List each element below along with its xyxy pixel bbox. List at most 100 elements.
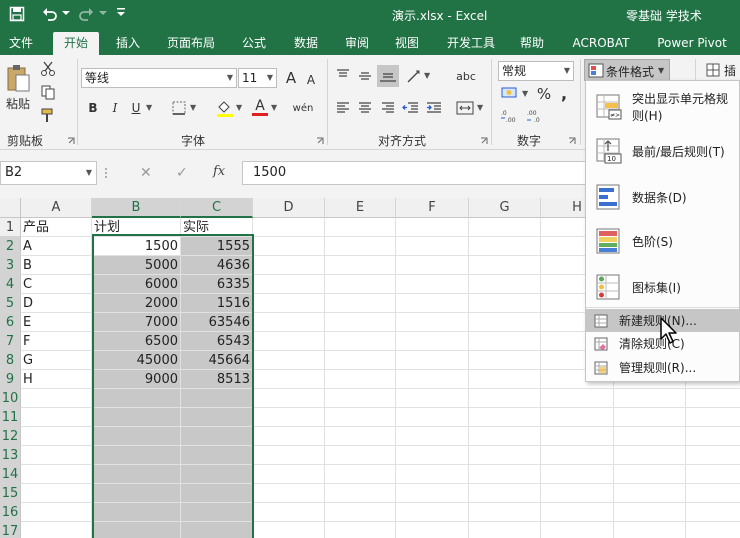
cell[interactable]	[253, 332, 325, 351]
cell[interactable]	[541, 389, 614, 408]
cell[interactable]	[541, 446, 614, 465]
cell[interactable]	[253, 275, 325, 294]
cell[interactable]	[253, 465, 325, 484]
percent-button[interactable]: %	[536, 84, 552, 104]
align-middle-icon[interactable]	[357, 68, 373, 84]
tab-developer[interactable]: 开发工具	[440, 32, 502, 55]
cell[interactable]	[686, 427, 740, 446]
comma-button[interactable]: ,	[556, 83, 572, 103]
align-left-icon[interactable]	[335, 100, 351, 116]
cell[interactable]	[253, 446, 325, 465]
cell[interactable]	[614, 522, 686, 538]
decrease-indent-icon[interactable]	[402, 100, 420, 116]
cell[interactable]	[469, 465, 541, 484]
tab-formulas[interactable]: 公式	[232, 32, 276, 55]
redo-icon[interactable]	[77, 5, 95, 23]
row-header[interactable]: 3	[0, 256, 21, 275]
menu-item-top-bottom[interactable]: 10 最前/最后规则(T)	[586, 129, 739, 173]
cell[interactable]: 4636	[181, 256, 253, 275]
cell[interactable]	[92, 522, 181, 538]
cell[interactable]	[396, 237, 469, 256]
row-header[interactable]: 4	[0, 275, 21, 294]
menu-item-manage-rules[interactable]: 管理规则(R)...	[586, 356, 739, 379]
cell[interactable]	[325, 313, 396, 332]
row-header[interactable]: 12	[0, 427, 21, 446]
cell[interactable]	[181, 503, 253, 522]
tab-data[interactable]: 数据	[284, 32, 328, 55]
cell[interactable]	[396, 408, 469, 427]
cell[interactable]: 7000	[92, 313, 181, 332]
cell[interactable]	[181, 446, 253, 465]
cell[interactable]	[469, 294, 541, 313]
cell[interactable]	[541, 427, 614, 446]
cell[interactable]	[325, 484, 396, 503]
cell[interactable]	[253, 484, 325, 503]
cell[interactable]	[325, 332, 396, 351]
row-header[interactable]: 1	[0, 218, 21, 237]
cell[interactable]	[686, 484, 740, 503]
cell[interactable]	[92, 446, 181, 465]
row-header[interactable]: 17	[0, 522, 21, 538]
cell[interactable]	[253, 351, 325, 370]
font-color-button[interactable]: A	[250, 96, 270, 118]
tab-file[interactable]: 文件	[0, 32, 42, 55]
undo-icon[interactable]	[41, 5, 59, 23]
row-header[interactable]: 10	[0, 389, 21, 408]
bold-button[interactable]: B	[84, 98, 102, 118]
number-format-combo[interactable]: 常规 ▼	[498, 61, 574, 81]
cell[interactable]	[541, 484, 614, 503]
cell[interactable]	[325, 294, 396, 313]
cell[interactable]	[253, 427, 325, 446]
insert-function-button[interactable]: fx	[213, 164, 225, 179]
cell[interactable]	[325, 465, 396, 484]
chevron-down-icon[interactable]: ▼	[146, 103, 152, 112]
cell[interactable]	[325, 522, 396, 538]
cell[interactable]	[92, 408, 181, 427]
cell[interactable]	[181, 389, 253, 408]
cell[interactable]: 6000	[92, 275, 181, 294]
cell[interactable]: E	[21, 313, 92, 332]
cell[interactable]: 9000	[92, 370, 181, 389]
cell[interactable]	[21, 503, 92, 522]
row-header[interactable]: 15	[0, 484, 21, 503]
cell[interactable]	[253, 313, 325, 332]
column-header-c[interactable]: C	[181, 198, 253, 218]
cell[interactable]	[614, 484, 686, 503]
cell[interactable]	[325, 256, 396, 275]
cell[interactable]	[253, 294, 325, 313]
cell[interactable]: B	[21, 256, 92, 275]
row-header[interactable]: 9	[0, 370, 21, 389]
cell[interactable]	[469, 332, 541, 351]
cell[interactable]	[614, 465, 686, 484]
cell[interactable]	[181, 427, 253, 446]
chevron-down-icon[interactable]: ▼	[271, 103, 277, 112]
tab-help[interactable]: 帮助	[510, 32, 554, 55]
cell[interactable]: C	[21, 275, 92, 294]
cell[interactable]	[396, 446, 469, 465]
underline-button[interactable]: U	[127, 98, 145, 118]
cell[interactable]: 45664	[181, 351, 253, 370]
cut-icon[interactable]	[40, 61, 56, 77]
borders-icon[interactable]	[171, 100, 187, 116]
cell[interactable]: F	[21, 332, 92, 351]
row-header[interactable]: 7	[0, 332, 21, 351]
cell[interactable]	[92, 465, 181, 484]
chevron-down-icon[interactable]: ▼	[236, 103, 242, 112]
orientation-icon[interactable]	[405, 67, 423, 85]
cell[interactable]	[469, 522, 541, 538]
chevron-down-icon[interactable]: ▼	[477, 103, 483, 112]
cell[interactable]	[253, 218, 325, 237]
column-header-b[interactable]: B	[92, 198, 181, 218]
cell[interactable]	[21, 465, 92, 484]
column-header-e[interactable]: E	[325, 198, 396, 218]
cell[interactable]	[21, 446, 92, 465]
font-size-combo[interactable]: 11 ▼	[238, 68, 277, 88]
menu-item-icon-sets[interactable]: 图标集(I)	[586, 265, 739, 309]
row-header[interactable]: 13	[0, 446, 21, 465]
tab-acrobat[interactable]: ACROBAT	[566, 32, 636, 55]
save-icon[interactable]	[9, 6, 25, 22]
cell[interactable]	[469, 275, 541, 294]
shrink-font-button[interactable]: A	[303, 70, 319, 90]
cell[interactable]: 1555	[181, 237, 253, 256]
cell[interactable]	[469, 389, 541, 408]
